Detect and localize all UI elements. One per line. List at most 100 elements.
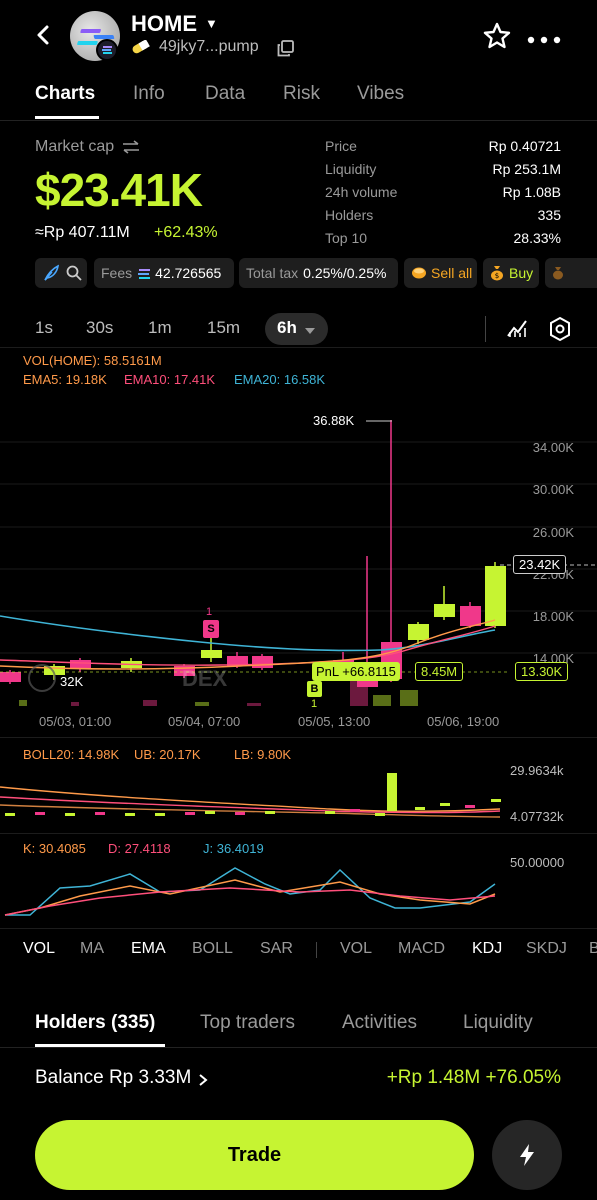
indicator-icon[interactable] <box>505 316 529 340</box>
swap-icon[interactable] <box>122 140 140 154</box>
stat-liquidity-value: Rp 253.1M <box>492 161 561 177</box>
indicator-separator <box>316 942 317 958</box>
token-title[interactable]: HOME <box>131 11 197 37</box>
stat-volume-value: Rp 1.08B <box>502 184 561 200</box>
volume-bar <box>71 702 79 706</box>
tab-risk[interactable]: Risk <box>283 83 320 105</box>
boll-candle <box>491 799 501 802</box>
y-tick: 34.00K <box>532 440 574 455</box>
stat-price-value: Rp 0.40721 <box>488 138 561 154</box>
active-tab-indicator <box>35 116 99 119</box>
boll-candle <box>235 812 245 815</box>
tab-top-traders[interactable]: Top traders <box>200 1012 295 1034</box>
trade-button[interactable]: Trade <box>35 1120 474 1190</box>
more-chip[interactable] <box>545 258 597 288</box>
interval-1m[interactable]: 1m <box>148 318 172 338</box>
balance-pnl: +Rp 1.48M +76.05% <box>386 1067 561 1088</box>
indicator-skdj[interactable]: SKDJ <box>526 940 567 958</box>
boll-candle <box>440 803 450 806</box>
indicator-ma[interactable]: MA <box>80 940 104 958</box>
back-icon[interactable] <box>30 18 58 52</box>
stat-holders-label: Holders <box>325 207 374 223</box>
star-icon[interactable] <box>482 21 512 51</box>
interval-dropdown-icon[interactable] <box>304 323 316 334</box>
boll-candle <box>325 811 335 814</box>
chart-settings-icon[interactable] <box>548 316 572 342</box>
interval-6h[interactable]: 6h <box>277 318 297 338</box>
balance-row[interactable]: Balance Rp 3.33M <box>35 1067 209 1089</box>
volume-bar <box>400 690 418 706</box>
boll-candle <box>155 813 165 816</box>
market-cap-label-text: Market cap <box>35 138 115 155</box>
ema5-label: EMA5: 19.18K <box>23 372 107 387</box>
lightning-icon <box>518 1143 536 1167</box>
pnl-amount: 8.45M <box>415 662 464 681</box>
title-dropdown-icon[interactable]: ▼ <box>205 16 218 31</box>
tab-charts[interactable]: Charts <box>35 83 95 105</box>
tab-data[interactable]: Data <box>205 83 245 105</box>
interval-separator <box>485 316 486 342</box>
tab-holders[interactable]: Holders (335) <box>35 1012 155 1034</box>
pnl-label: PnL +66.8115 <box>312 662 400 681</box>
interval-15m[interactable]: 15m <box>207 318 240 338</box>
indicator-ema[interactable]: EMA <box>131 940 166 958</box>
chevron-right-icon <box>197 1071 209 1086</box>
solana-badge-icon <box>96 39 118 61</box>
boll-candle <box>35 812 45 815</box>
stat-top10-label: Top 10 <box>325 230 368 246</box>
buy-marker[interactable]: B <box>307 681 322 697</box>
interval-1s[interactable]: 1s <box>35 318 53 338</box>
y-tick: 18.00K <box>532 609 574 624</box>
indicator-sub-vol[interactable]: VOL <box>340 940 372 958</box>
boll-top-value: 29.9634k <box>510 763 564 778</box>
indicator-vol[interactable]: VOL <box>23 940 55 958</box>
volume-bar <box>19 700 27 706</box>
tab-info[interactable]: Info <box>133 83 165 105</box>
feather-icon[interactable] <box>42 264 60 282</box>
tab-divider <box>0 120 597 121</box>
fees-label: Fees <box>101 265 133 281</box>
x-tick: 05/06, 19:00 <box>427 714 500 729</box>
buy-count: 1 <box>311 698 318 710</box>
boll-lb-label: LB: 9.80K <box>234 747 292 762</box>
indicator-boll[interactable]: BOLL <box>192 940 233 958</box>
kdj-j-line <box>5 867 496 916</box>
indicator-sar[interactable]: SAR <box>260 940 293 958</box>
sell-all-button[interactable]: Sell all <box>404 258 477 288</box>
copy-icon[interactable] <box>277 40 294 57</box>
boll20-label: BOLL20: 14.98K <box>23 747 120 762</box>
buy-button[interactable]: $ Buy <box>483 258 539 288</box>
ema20-label: EMA20: 16.58K <box>234 372 326 387</box>
candle-body <box>485 566 506 626</box>
kdj-j-label: J: 36.4019 <box>203 841 264 856</box>
market-cap-label[interactable]: Market cap <box>35 138 140 156</box>
watermark-text: DEX <box>182 666 228 691</box>
indicator-macd[interactable]: MACD <box>398 940 445 958</box>
total-tax-label: Total tax <box>246 265 299 281</box>
sell-all-label: Sell all <box>431 265 473 281</box>
stat-volume-label: 24h volume <box>325 184 398 200</box>
more-options-icon[interactable] <box>527 31 561 44</box>
sell-all-icon <box>411 266 427 280</box>
x-tick: 05/05, 13:00 <box>298 714 371 729</box>
tab-liquidity[interactable]: Liquidity <box>463 1012 533 1034</box>
boll-candle <box>375 813 385 816</box>
search-icon[interactable] <box>66 265 82 281</box>
indicator-more[interactable]: B <box>589 940 597 958</box>
balance-label: Balance Rp 3.33M <box>35 1067 192 1088</box>
tools-chip[interactable] <box>35 258 87 288</box>
volume-label: VOL(HOME): 58.5161M <box>23 353 162 368</box>
interval-30s[interactable]: 30s <box>86 318 113 338</box>
total-tax-chip[interactable]: Total tax 0.25%/0.25% <box>239 258 398 288</box>
indicator-kdj[interactable]: KDJ <box>472 940 502 958</box>
fees-chip[interactable]: Fees 42.726565 <box>94 258 234 288</box>
quick-trade-button[interactable] <box>492 1120 562 1190</box>
candlestick-chart[interactable] <box>0 390 597 710</box>
bottom-tab-divider <box>0 1047 597 1048</box>
tab-vibes[interactable]: Vibes <box>357 83 404 105</box>
sell-marker[interactable]: S <box>203 620 219 638</box>
money-bag-icon: $ <box>490 265 504 281</box>
token-address: 49jky7...pump <box>159 38 259 55</box>
kdj-chart <box>4 867 496 916</box>
tab-activities[interactable]: Activities <box>342 1012 417 1034</box>
